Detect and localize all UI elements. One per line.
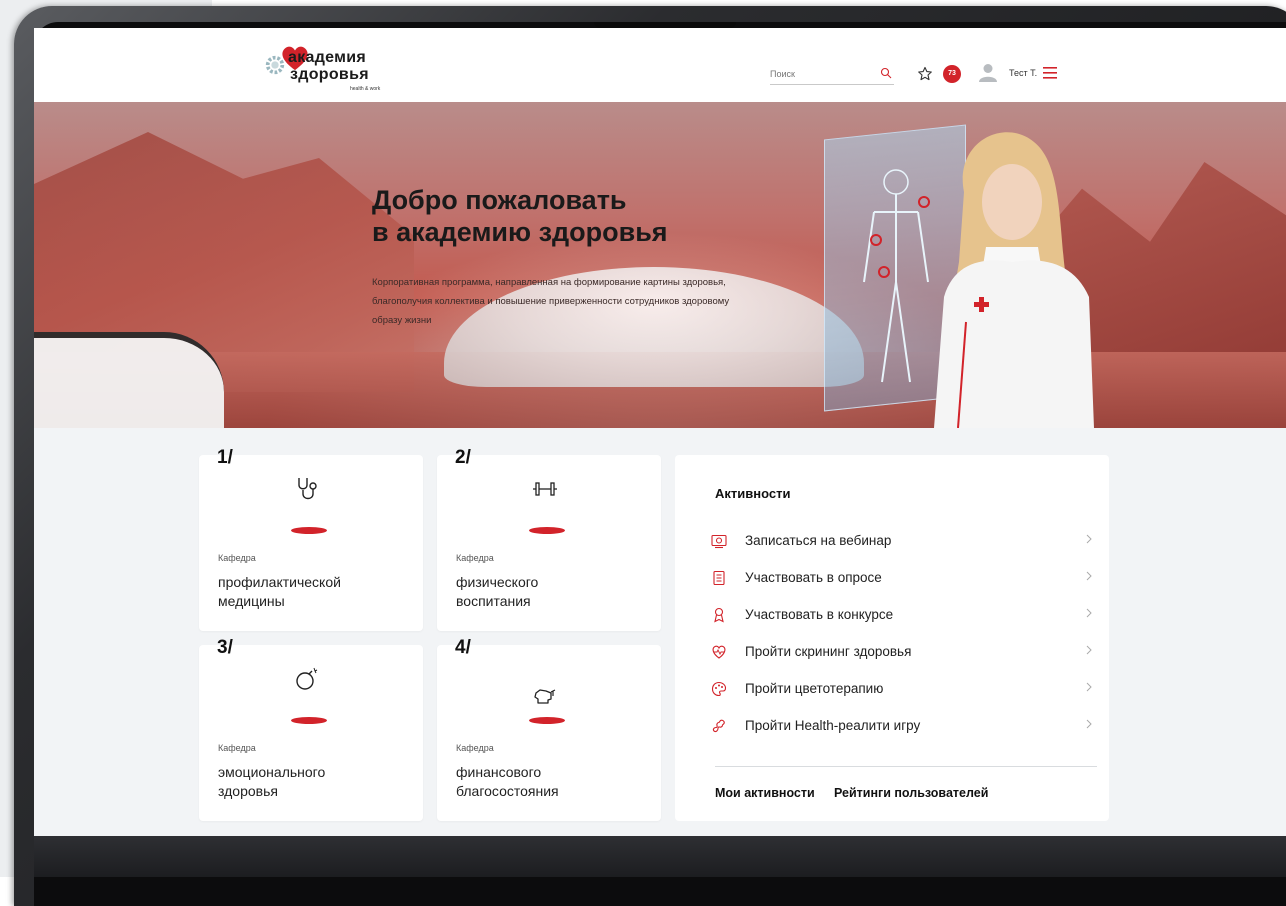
camera-notch (594, 22, 736, 28)
laptop-bottom-bezel (34, 836, 1286, 877)
activity-label: Пройти цветотерапию (745, 681, 884, 696)
department-card-3[interactable]: 3/ Кафедра эмоционального здоровья (199, 637, 423, 821)
chevron-right-icon (1086, 719, 1092, 729)
activity-item-color-therapy[interactable]: Пройти цветотерапию (711, 679, 1101, 703)
dumbbell-icon (533, 482, 557, 496)
activity-item-contest[interactable]: Участвовать в конкурсе (711, 605, 1101, 629)
academy-logo[interactable]: академия здоровья health & work (264, 44, 384, 94)
chevron-right-icon (1086, 534, 1092, 544)
hero-description: Корпоративная программа, направленная на… (372, 277, 730, 326)
card-title: физического воспитания (456, 574, 539, 609)
chevron-right-icon (1086, 571, 1092, 581)
hero-pod-image (34, 332, 224, 428)
award-icon (714, 607, 724, 623)
chevron-right-icon (1086, 645, 1092, 655)
menu-burger-icon[interactable] (1043, 67, 1057, 79)
department-card-2[interactable]: 2/ Кафедра физического воспитания (437, 447, 661, 631)
card-accent-mark (529, 527, 565, 534)
user-name[interactable]: Тест Т. (1009, 68, 1037, 78)
department-card-4[interactable]: 4/ Кафедра финансового благосостояния (437, 637, 661, 821)
card-caption: Кафедра (218, 743, 256, 753)
activities-divider (715, 766, 1097, 767)
card-number: 2/ (455, 447, 471, 468)
chevron-right-icon (1086, 608, 1092, 618)
logo-text-line1: академия (288, 49, 367, 66)
card-title: профилактической медицины (218, 574, 341, 609)
user-ratings-link[interactable]: Рейтинги пользователей (834, 786, 988, 800)
logo-tagline: health & work (350, 86, 381, 92)
search-input[interactable] (770, 66, 870, 82)
activity-item-screening[interactable]: Пройти скрининг здоровья (711, 642, 1101, 666)
search-icon[interactable] (880, 67, 892, 79)
card-title: эмоционального здоровья (218, 764, 326, 799)
card-number: 1/ (217, 447, 233, 468)
webinar-icon (711, 534, 727, 549)
card-accent-mark (291, 717, 327, 724)
doctor-woman-image (934, 132, 1094, 428)
activity-item-webinar[interactable]: Записаться на вебинар (711, 531, 1101, 555)
logo-text-line2: здоровья (290, 66, 369, 83)
hologram-body-figure (863, 169, 930, 383)
bomb-icon (296, 667, 318, 690)
card-number: 4/ (455, 637, 471, 658)
activity-item-survey[interactable]: Участвовать в опросе (711, 568, 1101, 592)
activities-panel: Активности Записаться на вебинар Участво… (675, 455, 1109, 821)
game-icon (712, 719, 725, 733)
hero-banner: Добро пожаловать в академию здоровья Кор… (34, 102, 1286, 428)
activity-item-reality-game[interactable]: Пройти Health-реалити игру (711, 716, 1101, 740)
favorites-star-icon[interactable] (917, 66, 933, 82)
site-header: академия здоровья health & work 73 Тест … (34, 28, 1286, 102)
search-box (770, 66, 894, 85)
department-card-1[interactable]: 1/ Кафедра профилактической медицины (199, 447, 423, 631)
user-avatar-icon[interactable] (978, 62, 998, 82)
card-accent-mark (529, 717, 565, 724)
piggy-bank-icon (534, 689, 556, 704)
notifications-badge[interactable]: 73 (943, 65, 961, 83)
activities-title: Активности (715, 486, 791, 501)
card-accent-mark (291, 527, 327, 534)
stethoscope-icon (298, 478, 317, 500)
card-number: 3/ (217, 637, 233, 658)
card-caption: Кафедра (456, 553, 494, 563)
survey-icon (713, 570, 725, 586)
chevron-right-icon (1086, 682, 1092, 692)
heart-pulse-icon (712, 645, 726, 659)
activity-label: Записаться на вебинар (745, 533, 892, 548)
card-title: финансового благосостояния (456, 764, 559, 799)
browser-screen: академия здоровья health & work 73 Тест … (34, 28, 1286, 836)
palette-icon (711, 681, 727, 697)
my-activities-link[interactable]: Мои активности (715, 786, 815, 800)
activity-label: Участвовать в конкурсе (745, 607, 894, 622)
card-caption: Кафедра (218, 553, 256, 563)
activity-label: Участвовать в опросе (745, 570, 882, 585)
activity-label: Пройти скрининг здоровья (745, 644, 912, 659)
card-caption: Кафедра (456, 743, 494, 753)
activity-label: Пройти Health-реалити игру (745, 718, 921, 733)
hero-title: Добро пожаловать в академию здоровья (372, 185, 668, 247)
